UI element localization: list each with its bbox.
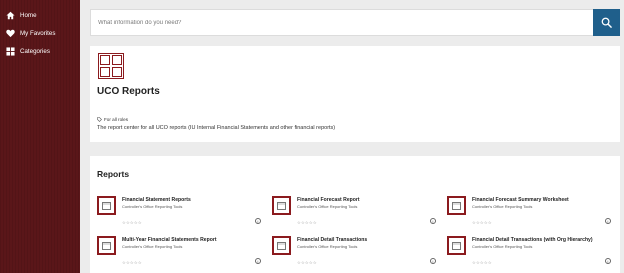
main-content: UCO Reports For all roles The report cen… — [80, 0, 624, 273]
collection-header-card: UCO Reports For all roles The report cen… — [90, 46, 620, 142]
grid-icon — [6, 46, 15, 56]
info-icon[interactable]: i — [605, 258, 611, 264]
rating-stars[interactable]: ☆☆☆☆☆ — [297, 220, 317, 225]
sidebar-item-home[interactable]: Home — [0, 6, 80, 24]
report-owner: Controller's Office Reporting Tools — [122, 204, 183, 209]
info-icon[interactable]: i — [255, 218, 261, 224]
report-name: Financial Forecast Report — [297, 197, 360, 203]
search-button[interactable] — [593, 9, 620, 36]
report-icon — [97, 236, 116, 255]
report-name: Financial Statement Reports — [122, 197, 191, 203]
report-owner: Controller's Office Reporting Tools — [297, 204, 358, 209]
report-name: Financial Detail Transactions (with Org … — [472, 237, 593, 243]
report-icon — [447, 236, 466, 255]
report-tile[interactable]: Multi-Year Financial Statements Report C… — [97, 236, 267, 272]
info-icon[interactable]: i — [430, 258, 436, 264]
report-tile[interactable]: Financial Forecast Summary Worksheet Con… — [447, 196, 617, 232]
report-icon — [272, 236, 291, 255]
report-icon — [447, 196, 466, 215]
report-name: Multi-Year Financial Statements Report — [122, 237, 217, 243]
sidebar-item-label: My Favorites — [20, 29, 56, 37]
report-icon — [272, 196, 291, 215]
sidebar-item-favorites[interactable]: My Favorites — [0, 24, 80, 42]
report-name: Financial Detail Transactions — [297, 237, 368, 243]
report-tile[interactable]: Financial Statement Reports Controller's… — [97, 196, 267, 232]
report-owner: Controller's Office Reporting Tools — [297, 244, 358, 249]
report-owner: Controller's Office Reporting Tools — [472, 204, 533, 209]
roles-label: For all roles — [97, 117, 128, 122]
report-tile[interactable]: Financial Detail Transactions (with Org … — [447, 236, 617, 272]
report-owner: Controller's Office Reporting Tools — [472, 244, 533, 249]
search-input[interactable] — [91, 10, 596, 35]
sidebar-item-categories[interactable]: Categories — [0, 42, 80, 60]
search-icon — [601, 17, 612, 28]
heart-icon — [6, 29, 15, 38]
tag-icon — [97, 117, 102, 122]
collection-description: The report center for all UCO reports (I… — [97, 125, 336, 131]
rating-stars[interactable]: ☆☆☆☆☆ — [122, 260, 142, 265]
info-icon[interactable]: i — [255, 258, 261, 264]
reports-card: Reports Financial Statement Reports Cont… — [90, 156, 620, 273]
rating-stars[interactable]: ☆☆☆☆☆ — [122, 220, 142, 225]
rating-stars[interactable]: ☆☆☆☆☆ — [472, 220, 492, 225]
sidebar-item-label: Categories — [20, 47, 50, 55]
home-icon — [6, 11, 15, 20]
roles-text: For all roles — [104, 117, 128, 122]
sidebar-item-label: Home — [20, 11, 37, 19]
info-icon[interactable]: i — [430, 218, 436, 224]
report-name: Financial Forecast Summary Worksheet — [472, 197, 569, 203]
search-bar — [90, 9, 620, 36]
report-tile[interactable]: Financial Forecast Report Controller's O… — [272, 196, 442, 232]
report-owner: Controller's Office Reporting Tools — [122, 244, 183, 249]
section-title: Reports — [97, 169, 130, 179]
page-title: UCO Reports — [97, 86, 160, 97]
report-tile[interactable]: Financial Detail Transactions Controller… — [272, 236, 442, 272]
sidebar: Home My Favorites Categories — [0, 0, 80, 273]
report-icon — [97, 196, 116, 215]
rating-stars[interactable]: ☆☆☆☆☆ — [297, 260, 317, 265]
info-icon[interactable]: i — [605, 218, 611, 224]
collection-logo-icon — [98, 53, 124, 79]
rating-stars[interactable]: ☆☆☆☆☆ — [472, 260, 492, 265]
